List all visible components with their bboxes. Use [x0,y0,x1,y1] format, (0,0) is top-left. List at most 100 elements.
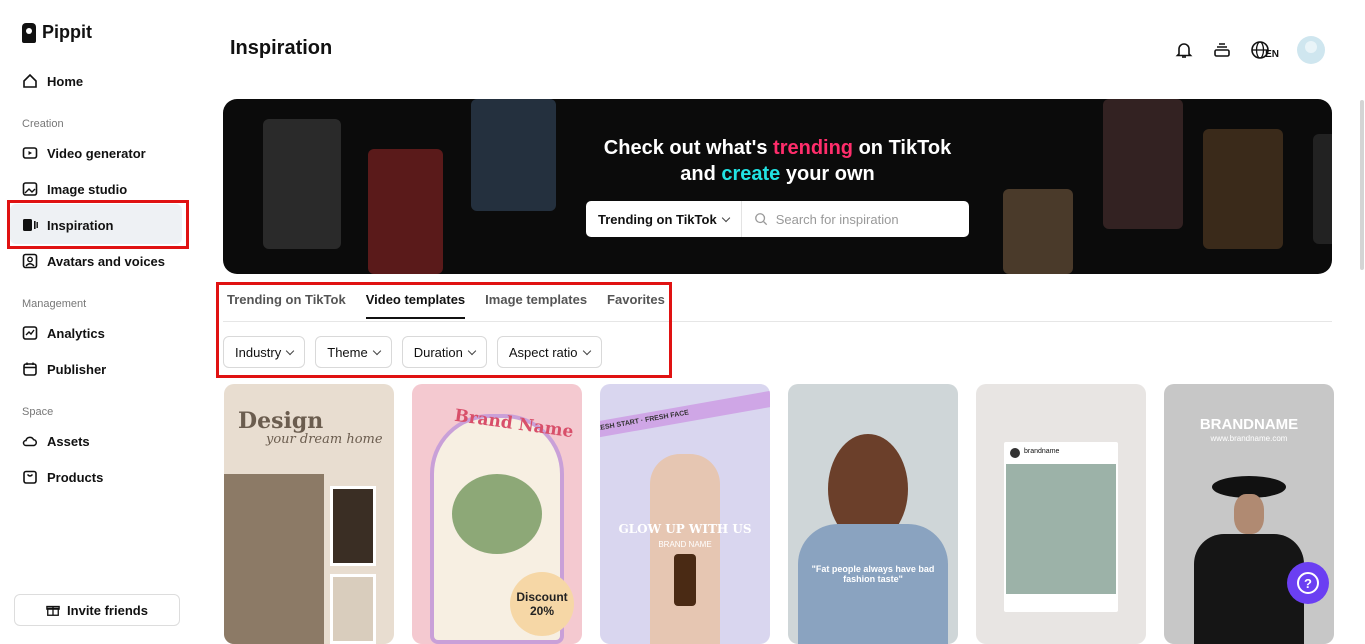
main-content: Inspiration EN Check out what's trending… [200,0,1365,644]
sidebar-item-assets[interactable]: Assets [22,429,90,453]
sidebar-item-home[interactable]: Home [22,69,83,93]
sidebar-item-label: Analytics [47,325,105,341]
banner-accent-trending: trending [773,137,854,159]
analytics-icon [22,326,38,340]
sidebar-item-label: Assets [47,433,90,449]
filter-theme[interactable]: Theme [315,336,392,368]
card-image [1006,464,1116,594]
template-card[interactable]: BRANDNAME www.brandname.com [1164,384,1334,644]
sidebar: Pippit Home Creation Video generator Ima… [0,0,200,640]
banner-text: your own [780,163,875,185]
filter-duration[interactable]: Duration [401,336,487,368]
sidebar-item-label: Avatars and voices [47,253,166,269]
card-image [330,574,376,644]
card-image [674,554,696,606]
post-handle: brandname [1024,448,1060,455]
banner-line-1: Check out what's trending on TikTok [223,135,1332,161]
sidebar-item-label: Image studio [47,181,128,197]
template-card[interactable]: FRESH START · FRESH FACE GLOW UP WITH US… [600,384,770,644]
card-image [798,524,948,644]
sidebar-item-avatars-voices[interactable]: Avatars and voices [22,249,165,273]
sidebar-item-label: Home [47,73,84,89]
tab-image-templates[interactable]: Image templates [485,292,587,319]
question-icon: ? [1297,572,1319,594]
sidebar-item-image-studio[interactable]: Image studio [22,177,127,201]
trending-banner: Check out what's trending on TikTok and … [223,99,1332,274]
page-title: Inspiration [230,37,333,59]
sidebar-item-label: Publisher [47,361,107,377]
sidebar-item-label: Products [47,469,104,485]
template-card[interactable]: Brand Name Discount 20% [412,384,582,644]
calendar-icon [23,362,37,376]
card-image [452,474,542,554]
tabs-divider [223,321,1332,322]
template-card[interactable]: "Fat people always have bad fashion tast… [788,384,958,644]
invite-friends-button[interactable]: Invite friends [14,594,180,626]
banner-text: on TikTok [853,137,952,159]
filter-label: Theme [327,344,368,360]
card-image [1234,494,1264,534]
banner-thumbnail [1003,189,1073,274]
section-label-management: Management [22,298,87,310]
search-icon [754,213,767,226]
card-title: GLOW UP WITH US [618,522,752,536]
sidebar-item-products[interactable]: Products [22,465,103,489]
gift-icon [46,605,60,616]
banner-accent-create: create [721,163,781,185]
home-icon [23,73,37,88]
video-generator-icon [22,147,38,159]
search-source-dropdown[interactable]: Trending on TikTok [586,201,742,237]
card-image [224,474,324,644]
search-input[interactable]: Search for inspiration [742,212,899,227]
card-title: Design [238,408,324,434]
template-tabs: Trending on TikTok Video templates Image… [227,292,665,319]
cloud-icon [22,436,37,447]
filter-industry[interactable]: Industry [223,336,306,368]
card-title: BRANDNAME [1199,416,1299,433]
template-card[interactable]: Design your dream home [224,384,394,644]
card-subtitle: www.brandname.com [1210,434,1288,443]
avatar-icon [22,253,38,269]
tab-trending-on-tiktok[interactable]: Trending on TikTok [227,292,346,319]
section-label-creation: Creation [22,118,64,130]
bell-icon[interactable] [1174,40,1194,60]
app-logo[interactable]: Pippit [22,22,92,43]
layers-icon[interactable] [1212,40,1232,60]
card-image [650,454,720,644]
inspiration-icon [23,219,38,231]
card-subtitle: BRAND NAME [658,540,712,549]
filter-bar: Industry Theme Duration Aspect ratio [223,336,602,368]
post-avatar [1010,448,1020,458]
app-name: Pippit [42,22,92,42]
chevron-down-icon [467,346,477,355]
dropdown-label: Trending on TikTok [598,211,717,227]
invite-friends-label: Invite friends [67,602,148,618]
chevron-down-icon [372,346,381,355]
chevron-down-icon [721,213,730,222]
discount-badge: Discount 20% [510,572,574,636]
chevron-down-icon [286,346,295,355]
top-toolbar: EN [1174,36,1325,64]
sidebar-item-label: Inspiration [47,217,114,233]
section-label-space: Space [22,406,54,418]
filter-aspect-ratio[interactable]: Aspect ratio [496,336,602,368]
sidebar-item-inspiration[interactable]: Inspiration [22,213,113,237]
card-ribbon: FRESH START · FRESH FACE [600,389,770,439]
tab-favorites[interactable]: Favorites [607,292,665,319]
sidebar-item-publisher[interactable]: Publisher [22,357,106,381]
sidebar-item-analytics[interactable]: Analytics [22,321,105,345]
image-studio-icon [22,182,38,196]
card-image [330,486,376,566]
help-button[interactable]: ? [1287,562,1329,604]
language-button[interactable]: EN [1250,40,1279,60]
scrollbar[interactable] [1360,100,1364,270]
pippit-logo-icon [22,22,36,43]
user-avatar[interactable] [1297,36,1325,64]
banner-line-2: and create your own [223,161,1332,187]
banner-headline: Check out what's trending on TikTok and … [223,135,1332,187]
tab-video-templates[interactable]: Video templates [365,292,466,319]
template-card[interactable]: brandname [976,384,1146,644]
inspiration-search-bar: Trending on TikTok Search for inspiratio… [586,201,969,237]
filter-label: Duration [413,344,463,360]
sidebar-item-video-generator[interactable]: Video generator [22,141,146,165]
